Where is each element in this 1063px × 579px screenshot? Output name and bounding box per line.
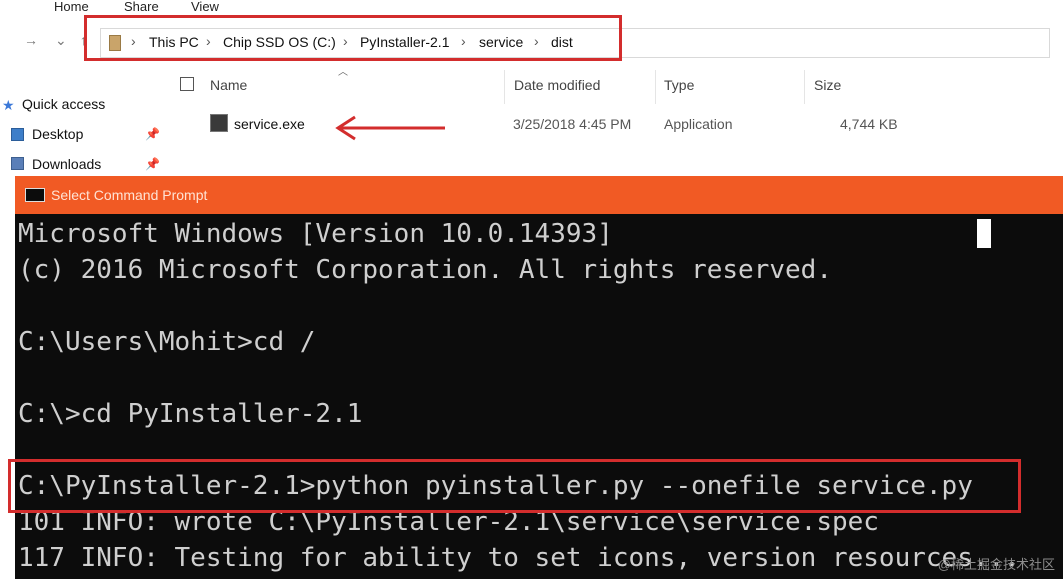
chevron-down-icon[interactable]: ⌄ bbox=[55, 32, 67, 49]
pin-icon[interactable]: 📌 bbox=[145, 127, 160, 141]
sidebar-quick-access[interactable]: Quick access bbox=[22, 96, 105, 112]
command-highlight-box bbox=[8, 459, 1021, 513]
text-cursor bbox=[977, 219, 991, 248]
tab-home[interactable]: Home bbox=[54, 0, 89, 14]
column-divider[interactable] bbox=[655, 70, 656, 104]
pin-icon[interactable]: 📌 bbox=[145, 157, 160, 171]
console-line: C:\>cd PyInstaller-2.1 bbox=[18, 399, 363, 429]
star-icon: ★ bbox=[2, 97, 15, 113]
tab-share[interactable]: Share bbox=[124, 0, 159, 14]
file-date-modified: 3/25/2018 4:45 PM bbox=[513, 116, 632, 132]
console-line: C:\Users\Mohit>cd / bbox=[18, 327, 316, 357]
red-arrow-annotation bbox=[335, 115, 445, 141]
console-line: 117 INFO: Testing for ability to set ico… bbox=[18, 543, 1020, 573]
cmd-icon bbox=[25, 188, 45, 202]
ribbon: Home Share View bbox=[0, 0, 1063, 14]
exe-file-icon bbox=[210, 114, 228, 132]
sort-up-icon: ︿ bbox=[338, 67, 348, 78]
desktop-icon bbox=[11, 128, 24, 141]
watermark: @稀土掘金技术社区 bbox=[937, 557, 1055, 572]
sidebar-item-downloads[interactable]: Downloads bbox=[32, 156, 101, 172]
forward-icon[interactable]: → bbox=[24, 32, 38, 48]
sidebar-item-desktop[interactable]: Desktop bbox=[32, 126, 83, 142]
command-prompt-window[interactable]: Select Command Prompt Microsoft Windows … bbox=[15, 176, 1063, 579]
cmd-title: Select Command Prompt bbox=[51, 187, 208, 203]
column-divider[interactable] bbox=[804, 70, 805, 104]
file-type: Application bbox=[664, 116, 733, 132]
column-header-size[interactable]: Size bbox=[814, 77, 841, 93]
console-line: Microsoft Windows [Version 10.0.14393] bbox=[18, 219, 613, 249]
column-header-name[interactable]: Name bbox=[210, 77, 247, 93]
select-all-checkbox[interactable] bbox=[180, 77, 194, 91]
address-highlight-box bbox=[84, 15, 622, 61]
console-line: (c) 2016 Microsoft Corporation. All righ… bbox=[18, 255, 832, 285]
column-header-type[interactable]: Type bbox=[664, 77, 694, 93]
file-size: 4,744 KB bbox=[840, 116, 898, 132]
tab-view[interactable]: View bbox=[191, 0, 219, 14]
cmd-title-bar[interactable]: Select Command Prompt bbox=[15, 176, 1063, 214]
column-header-date[interactable]: Date modified bbox=[514, 77, 600, 93]
downloads-icon bbox=[11, 157, 24, 170]
column-divider[interactable] bbox=[504, 70, 505, 104]
file-name[interactable]: service.exe bbox=[234, 116, 305, 132]
